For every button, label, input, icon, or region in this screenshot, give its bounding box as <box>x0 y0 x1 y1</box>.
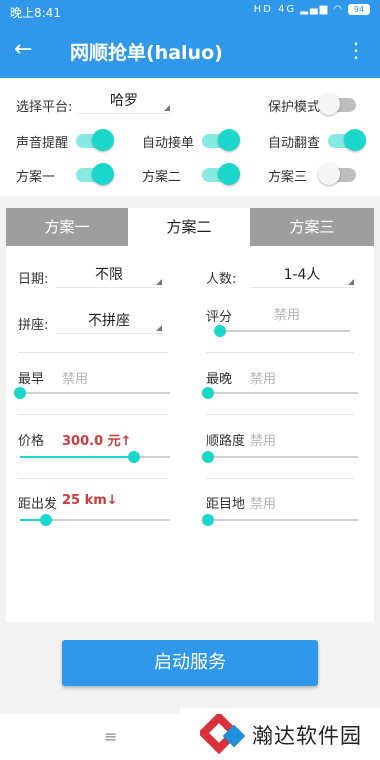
battery-icon: 94 <box>348 4 370 15</box>
people-label: 人数: <box>206 272 237 287</box>
settings-card: 选择平台: 哈罗 保护模式 声音提醒 自动接单 自动翻查 方案一 方案二 方案三 <box>0 78 380 196</box>
price-label: 价格 <box>18 434 45 449</box>
departure-dist-value: 25 km↓ <box>62 493 118 508</box>
protect-mode-label: 保护模式 <box>268 100 321 115</box>
plan2-label: 方案二 <box>142 170 182 185</box>
slider-thumb[interactable] <box>214 325 226 337</box>
auto-accept-toggle[interactable] <box>202 129 240 151</box>
protect-mode-toggle[interactable] <box>318 93 356 115</box>
route-match-label: 顺路度 <box>206 434 246 449</box>
carpool-value: 不拼座 <box>88 313 130 329</box>
status-time: 晚上8:41 <box>10 6 61 20</box>
slider-thumb[interactable] <box>39 514 52 526</box>
earliest-value: 禁用 <box>62 372 89 387</box>
back-arrow-icon[interactable]: ← <box>14 36 32 64</box>
latest-value: 禁用 <box>250 372 277 387</box>
toggle-knob <box>318 93 340 115</box>
watermark: 瀚达软件园 <box>180 708 380 760</box>
divider <box>206 352 354 353</box>
destination-dist-value: 禁用 <box>250 497 277 512</box>
signal-icon: ▂▄▆ <box>300 4 330 15</box>
slider-thumb[interactable] <box>202 514 214 526</box>
tab-plan1[interactable]: 方案一 <box>6 208 128 246</box>
plan1-toggle[interactable] <box>76 163 114 185</box>
slider-thumb[interactable] <box>128 451 140 463</box>
toggle-knob <box>218 129 240 151</box>
auto-flip-toggle[interactable] <box>328 129 366 151</box>
plan2-toggle[interactable] <box>202 163 240 185</box>
toggle-knob <box>344 129 366 151</box>
earliest-slider[interactable] <box>14 387 170 399</box>
divider <box>18 352 168 353</box>
page-title: 网顺抢单(haluo) <box>70 42 223 64</box>
divider <box>206 478 354 479</box>
app-bar: ← 网顺抢单(haluo) ⋮ <box>0 24 380 78</box>
route-match-slider[interactable] <box>202 451 358 463</box>
plan3-toggle[interactable] <box>318 163 356 185</box>
departure-dist-label: 距出发 <box>18 497 58 512</box>
sound-alert-label: 声音提醒 <box>16 136 69 151</box>
dropdown-triangle-icon <box>156 325 162 331</box>
dropdown-triangle-icon <box>164 105 170 111</box>
menu-icon[interactable]: ≡ <box>104 727 117 746</box>
rating-slider[interactable] <box>214 325 350 337</box>
slider-thumb[interactable] <box>202 387 214 399</box>
people-value: 1-4人 <box>283 267 321 283</box>
slider-thumb[interactable] <box>202 451 214 463</box>
platform-select[interactable]: 哈罗 <box>78 90 170 114</box>
plan-panel: 方案一 方案二 方案三 日期: 不限 人数: 1-4人 拼座: 不拼座 评分 禁… <box>6 208 374 622</box>
more-options-icon[interactable]: ⋮ <box>346 38 366 62</box>
wifi-icon: ◠ <box>333 4 344 15</box>
date-select[interactable]: 不限 <box>56 264 162 288</box>
slider-thumb[interactable] <box>14 387 26 399</box>
earliest-label: 最早 <box>18 372 45 387</box>
status-bar: 晚上8:41 HD 4G ▂▄▆ ◠ 94 <box>0 0 380 24</box>
carpool-label: 拼座: <box>18 318 49 333</box>
toggle-knob <box>92 129 114 151</box>
toggle-knob <box>218 163 240 185</box>
divider <box>18 414 168 415</box>
network-indicator: HD 4G <box>253 4 297 15</box>
departure-dist-slider[interactable] <box>20 514 170 526</box>
destination-dist-label: 距目地 <box>206 497 246 512</box>
divider <box>18 478 168 479</box>
date-label: 日期: <box>18 272 49 287</box>
people-select[interactable]: 1-4人 <box>250 264 354 288</box>
dropdown-triangle-icon <box>348 279 354 285</box>
slider-fill <box>20 456 134 458</box>
platform-value: 哈罗 <box>110 93 138 109</box>
plan1-label: 方案一 <box>16 170 56 185</box>
toggle-knob <box>92 163 114 185</box>
watermark-text: 瀚达软件园 <box>252 724 362 748</box>
date-value: 不限 <box>95 267 123 283</box>
start-service-button[interactable]: 启动服务 <box>62 640 318 686</box>
latest-label: 最晚 <box>206 372 233 387</box>
rating-label: 评分 <box>206 310 233 325</box>
dropdown-triangle-icon <box>156 279 162 285</box>
auto-flip-label: 自动翻查 <box>268 136 321 151</box>
toggle-knob <box>318 163 340 185</box>
tab-plan3[interactable]: 方案三 <box>250 208 374 246</box>
plan-tabs: 方案一 方案二 方案三 <box>6 208 374 246</box>
watermark-logo-icon <box>200 714 246 754</box>
route-match-value: 禁用 <box>250 434 277 449</box>
auto-accept-label: 自动接单 <box>142 136 195 151</box>
destination-dist-slider[interactable] <box>202 514 358 526</box>
plan3-label: 方案三 <box>268 170 308 185</box>
divider <box>206 414 354 415</box>
platform-label: 选择平台: <box>16 100 73 115</box>
price-slider[interactable] <box>20 451 170 463</box>
price-value: 300.0 元↑ <box>62 434 132 449</box>
status-icons: HD 4G ▂▄▆ ◠ 94 <box>254 4 370 15</box>
latest-slider[interactable] <box>202 387 358 399</box>
rating-value: 禁用 <box>274 308 301 323</box>
sound-alert-toggle[interactable] <box>76 129 114 151</box>
carpool-select[interactable]: 不拼座 <box>56 310 162 334</box>
tab-plan2[interactable]: 方案二 <box>128 208 250 246</box>
